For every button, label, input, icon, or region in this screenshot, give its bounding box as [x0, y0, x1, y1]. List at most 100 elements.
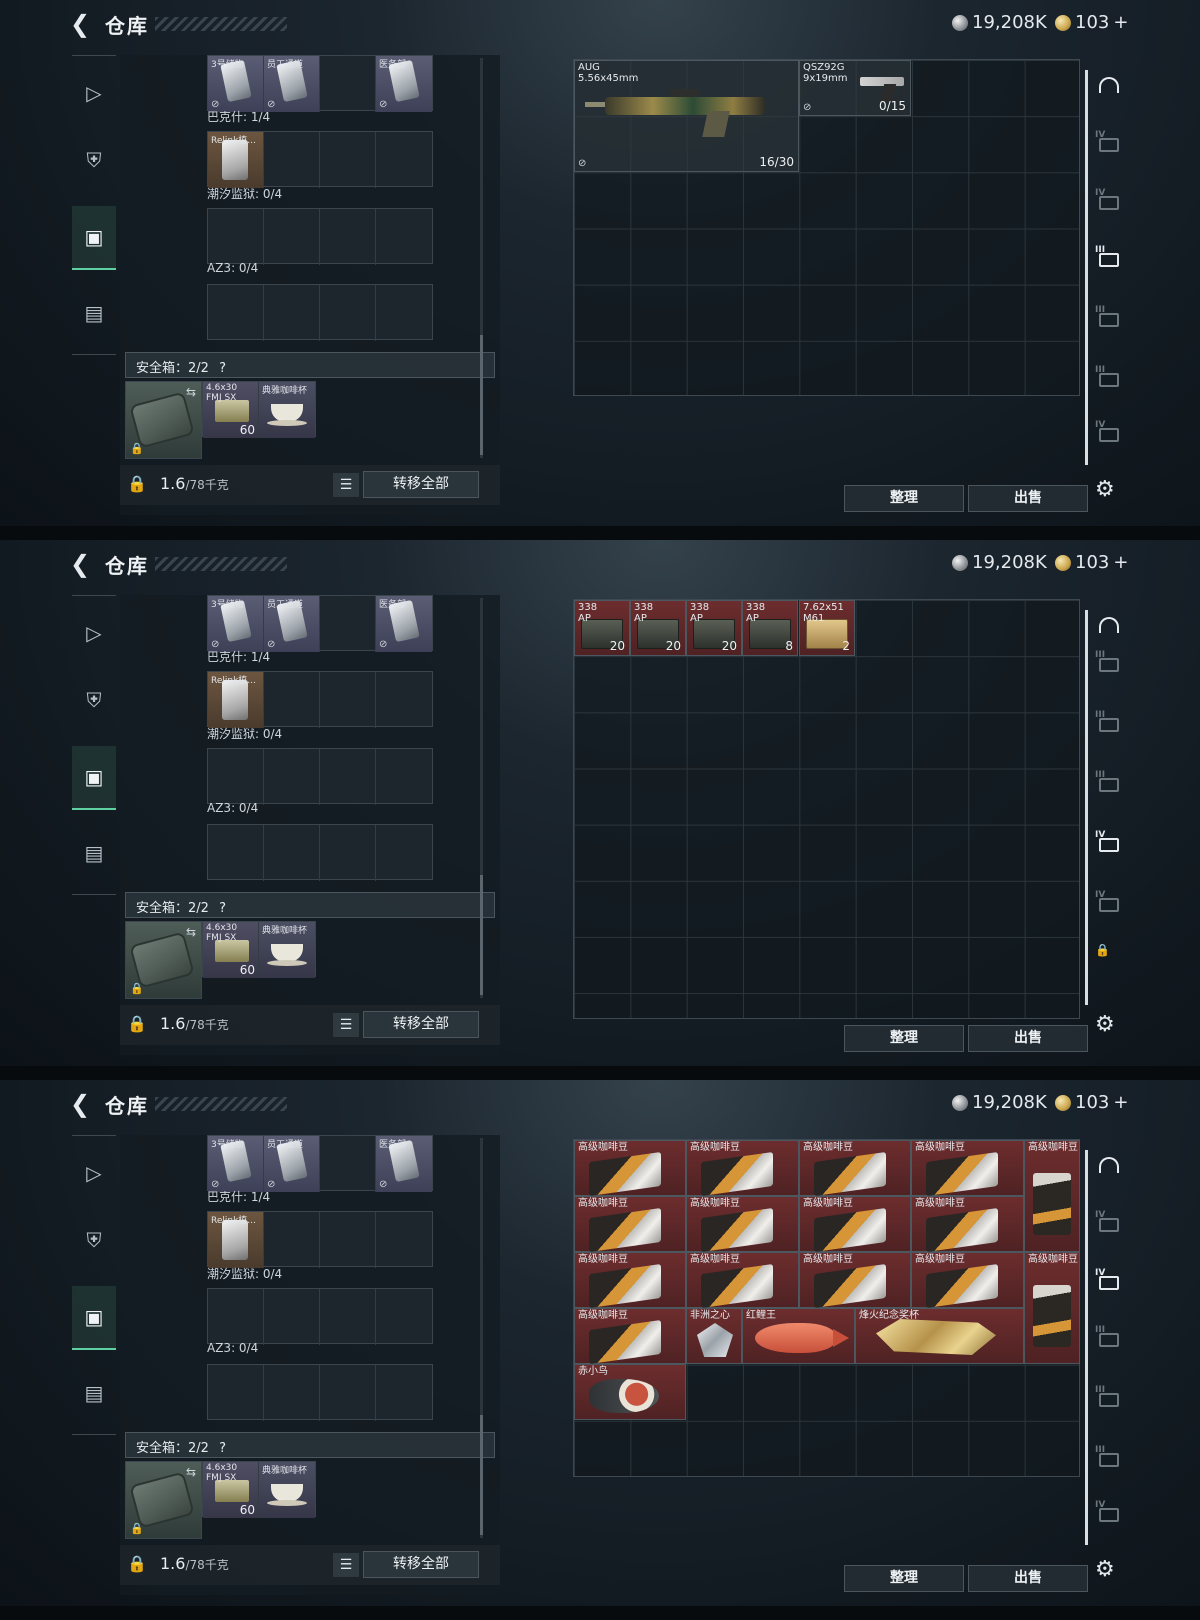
warehouse-grid[interactable]: 高级咖啡豆 高级咖啡豆 高级咖啡豆 高级咖啡豆 高级咖啡豆 高级咖啡豆 高级咖啡… [573, 1139, 1080, 1477]
empty-slot[interactable] [264, 1212, 320, 1268]
warehouse-grid[interactable]: 338 AP 20 338 AP 20 338 AP 20 338 AP 8 7.62x… [573, 599, 1080, 1019]
back-arrow-icon[interactable]: ❮ [70, 1091, 92, 1117]
lock-icon[interactable]: 🔒 [127, 474, 147, 493]
empty-slot[interactable] [320, 209, 376, 265]
key-card[interactable]: 3号储物 ⊘ [208, 56, 264, 112]
empty-slot[interactable] [264, 825, 320, 881]
empty-slot[interactable] [264, 672, 320, 728]
gold-currency[interactable]: 103 + [1055, 552, 1128, 573]
empty-slot[interactable] [208, 749, 264, 805]
safebox-container[interactable]: ⇆ 🔒 [125, 381, 202, 459]
key-card[interactable]: 员工通道 ⊘ [264, 596, 320, 652]
sort-button[interactable]: 整理 [844, 1565, 964, 1592]
empty-slot[interactable] [320, 825, 376, 881]
storage-tab-icon[interactable]: III [1095, 1325, 1123, 1351]
lock-icon[interactable]: 🔒 [127, 1014, 147, 1033]
storage-tab-icon[interactable]: III [1095, 710, 1123, 736]
empty-slot[interactable] [320, 56, 376, 112]
empty-slot[interactable] [208, 825, 264, 881]
storage-tab-icon[interactable]: IV [1095, 830, 1123, 856]
key-card[interactable]: 3号储物 ⊘ [208, 1136, 264, 1192]
swap-icon[interactable]: ⇆ [186, 925, 196, 939]
sell-button[interactable]: 出售 [968, 485, 1088, 512]
ammo-item[interactable]: 4.6x30 FMJ SX 60 [203, 1462, 259, 1518]
help-icon[interactable]: ? [219, 361, 226, 376]
storage-tab-icon[interactable]: III [1095, 1385, 1123, 1411]
empty-slot[interactable] [376, 749, 432, 805]
sort-button[interactable]: 整理 [844, 1025, 964, 1052]
lock-icon[interactable]: 🔒 [127, 1554, 147, 1573]
gold-currency[interactable]: 103 + [1055, 12, 1128, 33]
empty-slot[interactable] [320, 596, 376, 652]
add-currency-icon[interactable]: + [1113, 12, 1128, 33]
scrollbar-thumb[interactable] [480, 875, 483, 995]
empty-slot[interactable] [376, 1365, 432, 1421]
empty-slot[interactable] [320, 1289, 376, 1345]
relink-item[interactable]: Relink植... [208, 132, 264, 188]
empty-slot[interactable] [376, 825, 432, 881]
warehouse-grid[interactable]: AUG 5.56x45mm ⊘ 16/30 QSZ92G 9x19mm ⊘ 0/… [573, 59, 1080, 396]
empty-slot[interactable] [208, 1365, 264, 1421]
back-arrow-icon[interactable]: ❮ [70, 551, 92, 577]
empty-slot[interactable] [264, 209, 320, 265]
storage-home-icon[interactable] [1095, 73, 1123, 99]
armor-tab-icon[interactable]: ⛨ [72, 1208, 116, 1272]
relink-item[interactable]: Relink植... [208, 1212, 264, 1268]
coffee-beans-item[interactable]: 高级咖啡豆 [574, 1140, 686, 1197]
empty-slot[interactable] [320, 672, 376, 728]
coffee-beans-item[interactable]: 高级咖啡豆 [686, 1140, 799, 1197]
coffee-beans-item[interactable]: 高级咖啡豆 [911, 1196, 1024, 1253]
empty-slot[interactable] [264, 1365, 320, 1421]
help-icon[interactable]: ? [219, 1441, 226, 1456]
storage-tab-icon[interactable]: IV [1095, 1210, 1123, 1236]
storage-tab-icon[interactable]: III [1095, 650, 1123, 676]
gold-currency[interactable]: 103 + [1055, 1092, 1128, 1113]
empty-slot[interactable] [320, 1212, 376, 1268]
empty-slot[interactable] [376, 1212, 432, 1268]
diamond-item[interactable]: 非洲之心 [686, 1308, 742, 1364]
weapon-tab-icon[interactable]: ▷ [72, 601, 116, 665]
empty-slot[interactable] [320, 749, 376, 805]
trophy-item[interactable]: 烽火纪念奖杯 [855, 1308, 1024, 1364]
weapon-item-qsz92g[interactable]: QSZ92G 9x19mm ⊘ 0/15 [799, 60, 911, 116]
empty-slot[interactable] [320, 1136, 376, 1192]
empty-slot[interactable] [376, 672, 432, 728]
coffee-beans-item[interactable]: 高级咖啡豆 [799, 1196, 911, 1253]
coffee-cup-item[interactable]: 典雅咖啡杯 [259, 1462, 315, 1518]
safebox-container[interactable]: ⇆ 🔒 [125, 921, 202, 999]
empty-slot[interactable] [264, 1289, 320, 1345]
empty-slot[interactable] [208, 1289, 264, 1345]
toolbox-tab-icon[interactable]: ▤ [72, 1361, 116, 1425]
coffee-beans-item[interactable]: 高级咖啡豆 [686, 1196, 799, 1253]
key-card[interactable]: 员工通道 ⊘ [264, 1136, 320, 1192]
swap-icon[interactable]: ⇆ [186, 385, 196, 399]
key-card[interactable]: 医务部 ⊘ [376, 596, 432, 652]
swap-icon[interactable]: ⇆ [186, 1465, 196, 1479]
empty-slot[interactable] [320, 1365, 376, 1421]
coffee-beans-item[interactable]: 高级咖啡豆 [911, 1252, 1024, 1309]
key-card[interactable]: 员工通道 ⊘ [264, 56, 320, 112]
back-arrow-icon[interactable]: ❮ [70, 11, 92, 37]
list-view-icon[interactable]: ☰ [333, 473, 359, 497]
ammo-item-338ap[interactable]: 338 AP 20 [686, 600, 742, 656]
empty-slot[interactable] [208, 285, 264, 341]
carp-item[interactable]: 红鲤王 [742, 1308, 855, 1364]
coffee-beans-item[interactable]: 高级咖啡豆 [799, 1140, 911, 1197]
empty-slot[interactable] [264, 132, 320, 188]
coffee-beans-item[interactable]: 高级咖啡豆 [574, 1308, 686, 1365]
ammo-item-762x51[interactable]: 7.62x51 M61 2 [799, 600, 855, 656]
relink-item[interactable]: Relink植... [208, 672, 264, 728]
scrollbar-thumb[interactable] [480, 1415, 483, 1535]
coffee-beans-item[interactable]: 高级咖啡豆 [574, 1252, 686, 1309]
sort-button[interactable]: 整理 [844, 485, 964, 512]
storage-tab-icon[interactable]: IV [1095, 188, 1123, 214]
backpack-tab-icon[interactable]: ▣ [72, 746, 116, 810]
list-view-icon[interactable]: ☰ [333, 1553, 359, 1577]
empty-slot[interactable] [320, 132, 376, 188]
empty-slot[interactable] [376, 1289, 432, 1345]
sell-button[interactable]: 出售 [968, 1565, 1088, 1592]
coffee-beans-bag-item[interactable]: 高级咖啡豆 [1024, 1140, 1080, 1252]
toolbox-tab-icon[interactable]: ▤ [72, 821, 116, 885]
storage-tab-icon[interactable]: III [1095, 305, 1123, 331]
storage-tab-icon[interactable]: III [1095, 1445, 1123, 1471]
